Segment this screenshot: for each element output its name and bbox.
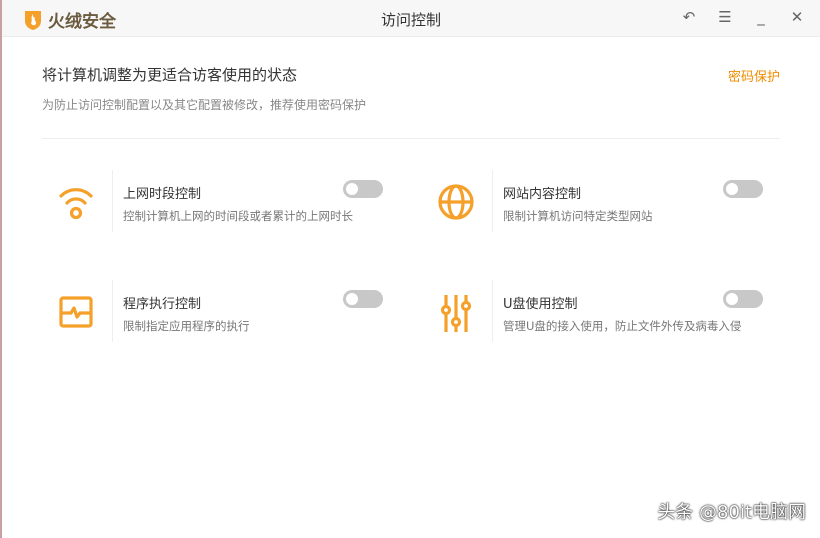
wifi-icon [59,188,93,220]
globe-icon [438,184,474,220]
control-desc: 限制计算机访问特定类型网站 [503,209,653,223]
control-title: 网站内容控制 [503,187,582,202]
control-title: U盘使用控制 [503,297,578,312]
sliders-icon [440,295,472,332]
back-icon[interactable]: ↶ [680,8,698,26]
program-toggle[interactable] [343,290,383,308]
control-card-program: 程序执行控制 限制指定应用程序的执行 [42,280,383,344]
control-card-website: 网站内容控制 限制计算机访问特定类型网站 [422,170,763,234]
internet-time-toggle[interactable] [343,180,383,198]
usb-toggle[interactable] [723,290,763,308]
watermark: 头条 @80it电脑网 [657,502,806,523]
control-desc: 限制指定应用程序的执行 [123,319,250,333]
monitor-pulse-icon [59,296,93,328]
page-subtitle: 为防止访问控制配置以及其它配置被修改，推荐使用密码保护 [42,98,367,112]
minimize-icon[interactable]: _ [752,8,770,26]
close-icon[interactable]: ✕ [788,8,806,26]
header: 将计算机调整为更适合访客使用的状态 为防止访问控制配置以及其它配置被修改，推荐使… [42,64,780,113]
control-card-usb: U盘使用控制 管理U盘的接入使用，防止文件外传及病毒入侵 [422,280,763,344]
control-title: 上网时段控制 [123,187,202,202]
control-title: 程序执行控制 [123,297,202,312]
password-protect-link[interactable]: 密码保护 [728,66,780,85]
website-toggle[interactable] [723,180,763,198]
menu-icon[interactable]: ☰ [716,8,734,26]
control-desc: 管理U盘的接入使用，防止文件外传及病毒入侵 [503,319,742,333]
title-bar: 火绒安全 访问控制 ↶ ☰ _ ✕ [2,0,820,37]
divider [42,138,780,139]
control-card-internet-time: 上网时段控制 控制计算机上网的时间段或者累计的上网时长 [42,170,383,234]
control-desc: 控制计算机上网的时间段或者累计的上网时长 [123,209,353,223]
page-title: 将计算机调整为更适合访客使用的状态 [42,66,298,84]
